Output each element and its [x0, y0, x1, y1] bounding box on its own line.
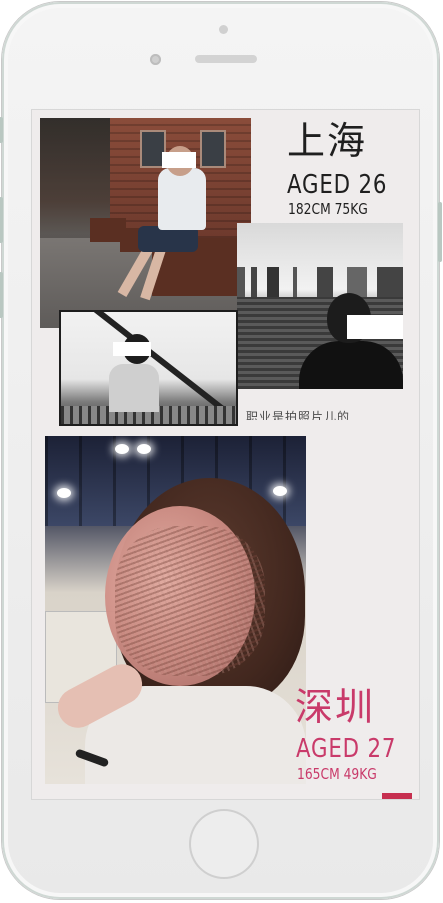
- profile-2-city: 深圳: [295, 685, 376, 729]
- ceiling-light: [137, 444, 151, 454]
- profile-1-stats: 182CM 75KG: [288, 200, 368, 218]
- mute-switch: [0, 117, 3, 143]
- profile-1-caption: 职业是拍照片儿的: [246, 410, 351, 420]
- earpiece-speaker: [195, 55, 257, 63]
- photo-man-river-skyline[interactable]: [237, 223, 403, 389]
- ceiling-light: [115, 444, 129, 454]
- city-skyline: [237, 267, 403, 297]
- photo-man-sitting-street[interactable]: [40, 118, 251, 328]
- home-button[interactable]: [189, 809, 259, 879]
- phone-frame: 上海 AGED 26 182CM 75KG 职业是拍照片儿的 深圳 AGED 2…: [0, 2, 442, 899]
- profile-1-age: AGED 26: [287, 170, 388, 200]
- face-censor-bar: [347, 315, 403, 339]
- face-censor-bar: [113, 342, 151, 356]
- screen: 上海 AGED 26 182CM 75KG 职业是拍照片儿的 深圳 AGED 2…: [31, 109, 420, 800]
- ceiling-light: [57, 488, 71, 498]
- front-camera-icon: [150, 54, 161, 65]
- person-shirt: [158, 168, 206, 230]
- proximity-sensor: [219, 25, 228, 34]
- profile-1-city: 上海: [287, 119, 368, 163]
- photo-woman-selfie[interactable]: [45, 436, 306, 784]
- accent-bar: [382, 793, 412, 799]
- ceiling-light: [273, 486, 287, 496]
- face-censor-bar: [162, 152, 196, 168]
- person-body: [109, 364, 159, 412]
- power-button[interactable]: [438, 202, 442, 262]
- profile-2-stats: 165CM 49KG: [297, 765, 377, 783]
- photo-man-rooftop[interactable]: [59, 310, 238, 426]
- volume-up-button[interactable]: [0, 197, 3, 243]
- profile-2-age: AGED 27: [296, 734, 397, 764]
- face-blur-scribble: [115, 526, 265, 676]
- building-window: [200, 130, 226, 168]
- volume-down-button[interactable]: [0, 272, 3, 318]
